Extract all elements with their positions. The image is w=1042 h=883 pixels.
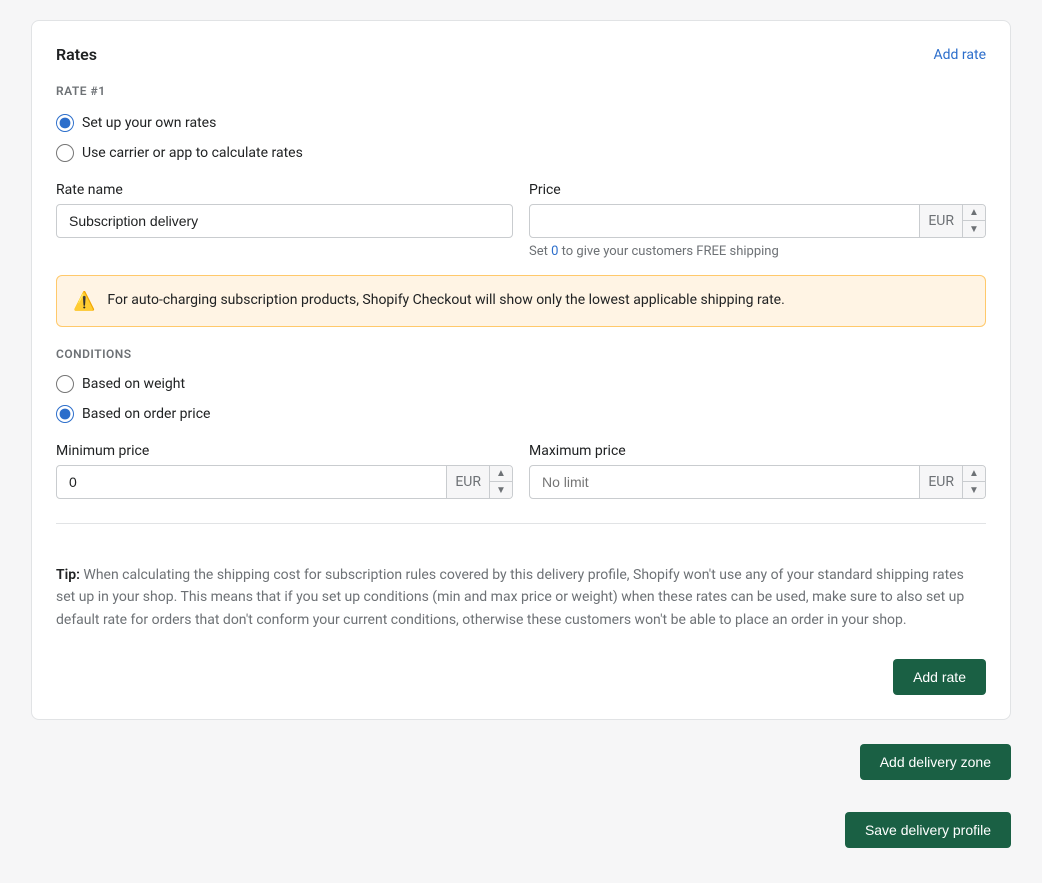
price-input[interactable] <box>530 205 919 237</box>
rate-name-input-wrapper <box>56 204 513 238</box>
own-rates-radio[interactable] <box>56 114 74 132</box>
rate-type-radio-group: Set up your own rates Use carrier or app… <box>56 114 986 162</box>
price-decrement[interactable]: ▼ <box>963 221 985 237</box>
page-wrapper: Rates Add rate RATE #1 Set up your own r… <box>31 20 1011 856</box>
tip-strong: Tip: <box>56 567 80 583</box>
max-price-decrement[interactable]: ▼ <box>963 482 985 498</box>
based-on-order-price-option[interactable]: Based on order price <box>56 405 986 423</box>
conditions-radio-group: Based on weight Based on order price <box>56 375 986 423</box>
based-on-weight-label: Based on weight <box>82 376 185 392</box>
conditions-label: CONDITIONS <box>56 347 986 361</box>
rate-name-label: Rate name <box>56 182 513 198</box>
add-delivery-zone-button[interactable]: Add delivery zone <box>860 744 1011 780</box>
price-increment[interactable]: ▲ <box>963 205 985 221</box>
max-price-label: Maximum price <box>529 443 986 459</box>
max-price-input-wrapper: EUR ▲ ▼ <box>529 465 986 499</box>
tip-box: Tip: When calculating the shipping cost … <box>56 548 986 639</box>
carrier-rates-option[interactable]: Use carrier or app to calculate rates <box>56 144 986 162</box>
min-price-group: Minimum price EUR ▲ ▼ <box>56 443 513 499</box>
tip-body: When calculating the shipping cost for s… <box>56 567 964 628</box>
own-rates-label: Set up your own rates <box>82 115 216 131</box>
price-currency: EUR <box>919 205 962 237</box>
alert-text: For auto-charging subscription products,… <box>107 290 784 311</box>
min-price-input-wrapper: EUR ▲ ▼ <box>56 465 513 499</box>
price-spinner: ▲ ▼ <box>962 205 985 237</box>
price-label: Price <box>529 182 986 198</box>
max-price-currency: EUR <box>919 466 962 498</box>
rates-card: Rates Add rate RATE #1 Set up your own r… <box>31 20 1011 720</box>
rate-form-row: Rate name Price EUR ▲ ▼ Set 0 to give yo… <box>56 182 986 259</box>
based-on-order-price-radio[interactable] <box>56 405 74 423</box>
min-price-input[interactable] <box>57 466 446 498</box>
max-price-input[interactable] <box>530 466 919 498</box>
add-rate-button[interactable]: Add rate <box>893 659 986 695</box>
based-on-weight-radio[interactable] <box>56 375 74 393</box>
carrier-rates-radio[interactable] <box>56 144 74 162</box>
rate-name-group: Rate name <box>56 182 513 259</box>
card-footer: Add rate <box>56 659 986 695</box>
price-input-wrapper: EUR ▲ ▼ <box>529 204 986 238</box>
price-group: Price EUR ▲ ▼ Set 0 to give your custome… <box>529 182 986 259</box>
card-divider <box>56 523 986 524</box>
based-on-order-price-label: Based on order price <box>82 406 210 422</box>
save-actions: Save delivery profile <box>31 804 1011 856</box>
based-on-weight-option[interactable]: Based on weight <box>56 375 986 393</box>
free-shipping-hint: Set 0 to give your customers FREE shippi… <box>529 244 986 259</box>
max-price-group: Maximum price EUR ▲ ▼ <box>529 443 986 499</box>
warning-icon: ⚠️ <box>73 291 95 312</box>
tip-text: Tip: When calculating the shipping cost … <box>56 564 986 631</box>
min-price-increment[interactable]: ▲ <box>490 466 512 482</box>
save-delivery-profile-button[interactable]: Save delivery profile <box>845 812 1011 848</box>
min-price-decrement[interactable]: ▼ <box>490 482 512 498</box>
carrier-rates-label: Use carrier or app to calculate rates <box>82 145 303 161</box>
price-range-form-row: Minimum price EUR ▲ ▼ Maximum price EUR <box>56 443 986 499</box>
add-rate-link[interactable]: Add rate <box>934 47 987 63</box>
alert-box: ⚠️ For auto-charging subscription produc… <box>56 275 986 327</box>
min-price-label: Minimum price <box>56 443 513 459</box>
rate-number-label: RATE #1 <box>56 84 986 98</box>
card-title: Rates <box>56 45 97 64</box>
min-price-spinner: ▲ ▼ <box>489 466 512 498</box>
max-price-spinner: ▲ ▼ <box>962 466 985 498</box>
bottom-actions: Add delivery zone <box>31 736 1011 788</box>
min-price-currency: EUR <box>446 466 489 498</box>
card-header: Rates Add rate <box>56 45 986 64</box>
own-rates-option[interactable]: Set up your own rates <box>56 114 986 132</box>
free-shipping-link[interactable]: 0 <box>551 244 558 259</box>
rate-name-input[interactable] <box>57 205 512 237</box>
max-price-increment[interactable]: ▲ <box>963 466 985 482</box>
